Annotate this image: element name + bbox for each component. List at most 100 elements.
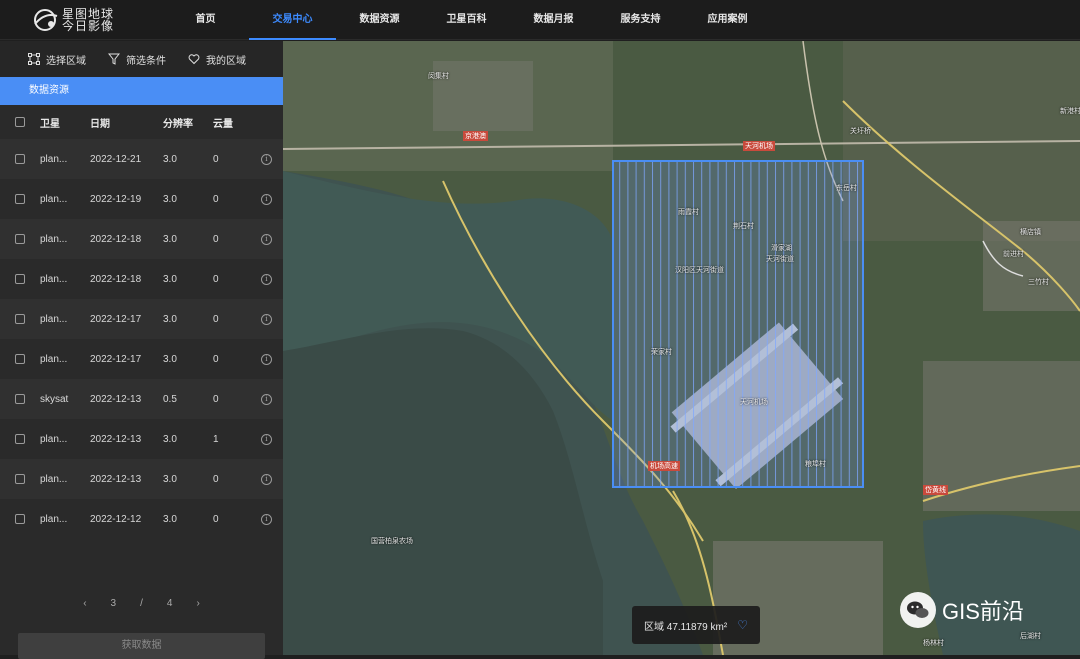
row-checkbox[interactable] <box>15 434 25 444</box>
nav-satellite-wiki[interactable]: 卫星百科 <box>423 0 510 40</box>
favorite-heart-icon[interactable]: ♡ <box>737 618 748 632</box>
satellite-map[interactable]: 闵集村 雨霞村 荆石村 关圩桥 荣家村 天河机场 横店镇 汉阳区天河街道 滑家湖… <box>283 41 1080 655</box>
cell-resolution: 3.0 <box>163 513 177 525</box>
cell-cloud: 0 <box>213 153 219 165</box>
table-row[interactable]: plan... 2022-12-18 3.0 0 i <box>0 259 283 299</box>
cell-date: 2022-12-13 <box>90 473 142 485</box>
nav-monthly-report[interactable]: 数据月报 <box>510 0 597 40</box>
page-separator: / <box>140 597 143 609</box>
cell-date: 2022-12-17 <box>90 313 142 325</box>
select-area-icon <box>28 53 40 65</box>
nav-trade-center[interactable]: 交易中心 <box>249 0 336 40</box>
row-checkbox[interactable] <box>15 394 25 404</box>
area-value: 区域 47.11879 km² <box>644 621 728 633</box>
map-label: 荣家村 <box>651 349 672 356</box>
cell-satellite: plan... <box>40 353 68 365</box>
nav-home[interactable]: 首页 <box>162 0 249 40</box>
nav-data-resources[interactable]: 数据资源 <box>336 0 423 40</box>
select-area-button[interactable]: 选择区域 <box>28 52 86 67</box>
cell-cloud: 0 <box>213 513 219 525</box>
map-label: 滑家湖 <box>771 245 792 252</box>
cell-resolution: 0.5 <box>163 393 177 405</box>
map-label: 杨林村 <box>923 640 944 647</box>
table-row[interactable]: plan... 2022-12-12 3.0 0 i <box>0 499 283 539</box>
total-pages: 4 <box>166 597 173 609</box>
cell-satellite: plan... <box>40 473 68 485</box>
cell-cloud: 0 <box>213 393 219 405</box>
get-data-button[interactable]: 获取数据 <box>18 633 265 659</box>
row-checkbox[interactable] <box>15 234 25 244</box>
row-checkbox[interactable] <box>15 354 25 364</box>
info-icon[interactable]: i <box>261 433 272 445</box>
prev-page-button[interactable]: ‹ <box>83 598 86 609</box>
info-icon[interactable]: i <box>261 473 272 485</box>
table-row[interactable]: plan... 2022-12-18 3.0 0 i <box>0 219 283 259</box>
row-checkbox[interactable] <box>15 274 25 284</box>
info-icon[interactable]: i <box>261 193 272 205</box>
cell-resolution: 3.0 <box>163 433 177 445</box>
watermark: GIS前沿 <box>900 592 1024 628</box>
my-area-button[interactable]: 我的区域 <box>188 52 246 67</box>
header-cloud: 云量 <box>213 118 233 130</box>
info-icon[interactable]: i <box>261 153 272 165</box>
toolbar: 选择区域 筛选条件 我的区域 <box>0 41 283 77</box>
table-row[interactable]: plan... 2022-12-21 3.0 0 i <box>0 139 283 179</box>
cell-date: 2022-12-18 <box>90 273 142 285</box>
cell-resolution: 3.0 <box>163 313 177 325</box>
info-icon[interactable]: i <box>261 393 272 405</box>
logo-line-2: 今日影像 <box>62 19 115 33</box>
info-icon[interactable]: i <box>261 313 272 325</box>
cell-cloud: 0 <box>213 353 219 365</box>
row-checkbox[interactable] <box>15 194 25 204</box>
table-row[interactable]: plan... 2022-12-13 3.0 1 i <box>0 419 283 459</box>
cell-satellite: plan... <box>40 153 68 165</box>
table-header: 卫星 日期 分辨率 云量 <box>0 105 283 139</box>
filter-button[interactable]: 筛选条件 <box>108 52 166 67</box>
map-label: 关圩桥 <box>850 128 871 135</box>
watermark-text: GIS前沿 <box>942 599 1024 624</box>
area-readout: 区域 47.11879 km² ♡ <box>632 606 760 644</box>
cell-satellite: plan... <box>40 433 68 445</box>
table-row[interactable]: plan... 2022-12-19 3.0 0 i <box>0 179 283 219</box>
map-label: 天河机场 <box>740 399 768 406</box>
next-page-button[interactable]: › <box>196 598 199 609</box>
map-label: 后湖村 <box>1020 633 1041 640</box>
cell-date: 2022-12-17 <box>90 353 142 365</box>
table-body: plan... 2022-12-21 3.0 0 i plan... 2022-12-19 3… <box>0 139 283 539</box>
cell-date: 2022-12-18 <box>90 233 142 245</box>
brand-logo[interactable]: 星图地球 今日影像 <box>32 6 142 34</box>
select-all-checkbox[interactable] <box>15 117 25 127</box>
cell-cloud: 0 <box>213 473 219 485</box>
row-checkbox[interactable] <box>15 474 25 484</box>
cell-resolution: 3.0 <box>163 153 177 165</box>
table-row[interactable]: plan... 2022-12-17 3.0 0 i <box>0 339 283 379</box>
map-label: 闵集村 <box>428 73 449 80</box>
wechat-icon <box>900 592 936 628</box>
table-row[interactable]: skysat 2022-12-13 0.5 0 i <box>0 379 283 419</box>
info-icon[interactable]: i <box>261 353 272 365</box>
table-row[interactable]: plan... 2022-12-13 3.0 0 i <box>0 459 283 499</box>
nav-use-cases[interactable]: 应用案例 <box>684 0 771 40</box>
info-icon[interactable]: i <box>261 273 272 285</box>
table-row[interactable]: plan... 2022-12-17 3.0 0 i <box>0 299 283 339</box>
select-area-label: 选择区域 <box>46 55 86 67</box>
map-imagery <box>283 41 1080 655</box>
cell-date: 2022-12-21 <box>90 153 142 165</box>
cell-date: 2022-12-12 <box>90 513 142 525</box>
cell-cloud: 0 <box>213 193 219 205</box>
sidebar-panel: 选择区域 筛选条件 我的区域 数据资源 卫星 日期 分辨率 云量 plan...… <box>0 41 283 659</box>
nav-service-support[interactable]: 服务支持 <box>597 0 684 40</box>
cell-cloud: 0 <box>213 313 219 325</box>
row-checkbox[interactable] <box>15 154 25 164</box>
info-icon[interactable]: i <box>261 233 272 245</box>
info-icon[interactable]: i <box>261 513 272 525</box>
row-checkbox[interactable] <box>15 314 25 324</box>
header-satellite: 卫星 <box>40 118 60 130</box>
header-resolution: 分辨率 <box>163 118 193 130</box>
cell-satellite: plan... <box>40 273 68 285</box>
map-label: 雨霞村 <box>678 209 699 216</box>
row-checkbox[interactable] <box>15 514 25 524</box>
cell-satellite: plan... <box>40 193 68 205</box>
heart-icon <box>188 54 200 65</box>
pagination: ‹ 3 / 4 › <box>0 593 283 613</box>
